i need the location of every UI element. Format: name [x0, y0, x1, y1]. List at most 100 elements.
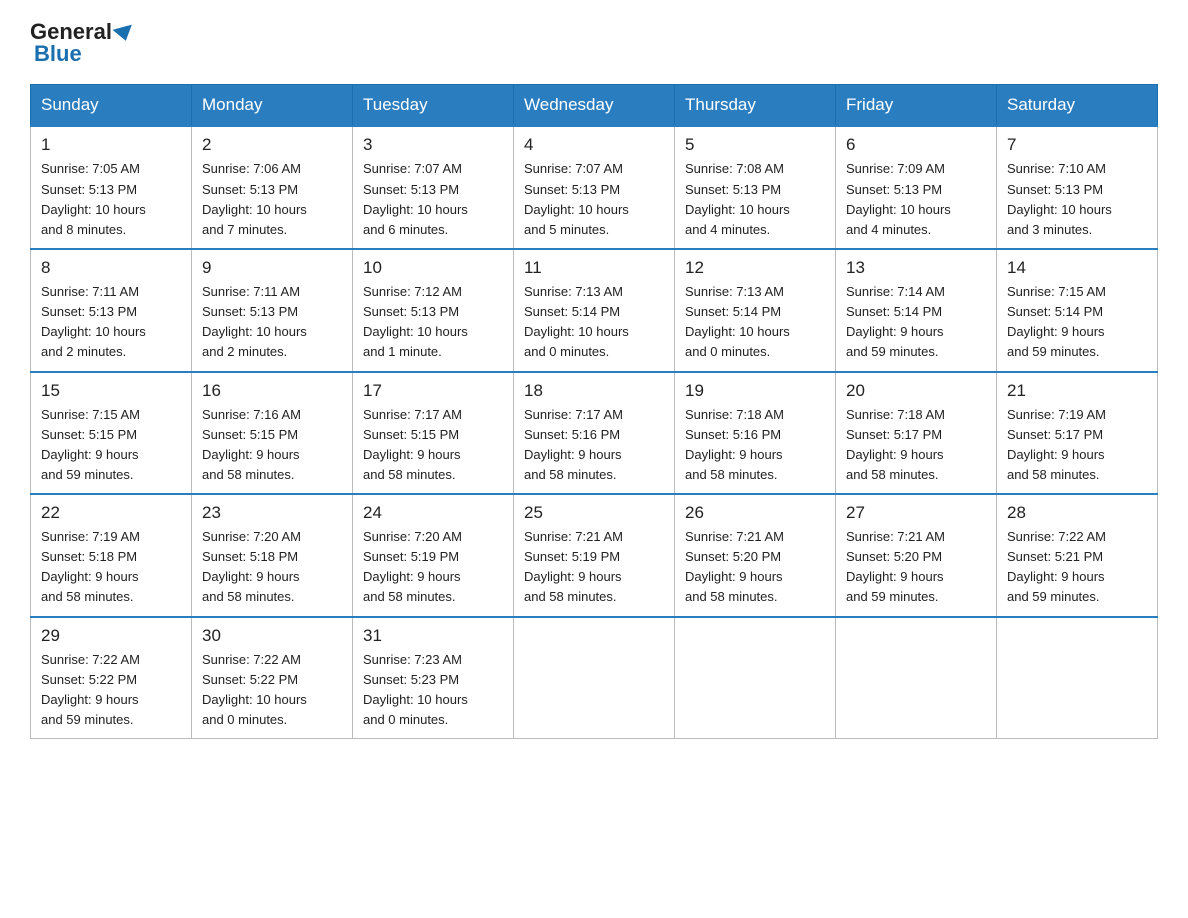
day-info: Sunrise: 7:20 AMSunset: 5:19 PMDaylight:… — [363, 527, 503, 608]
day-info: Sunrise: 7:19 AMSunset: 5:18 PMDaylight:… — [41, 527, 181, 608]
day-info: Sunrise: 7:08 AMSunset: 5:13 PMDaylight:… — [685, 159, 825, 240]
day-number: 5 — [685, 135, 825, 155]
calendar-day-cell: 25 Sunrise: 7:21 AMSunset: 5:19 PMDaylig… — [514, 494, 675, 617]
calendar-day-cell: 18 Sunrise: 7:17 AMSunset: 5:16 PMDaylig… — [514, 372, 675, 495]
day-number: 30 — [202, 626, 342, 646]
calendar-dow-saturday: Saturday — [997, 85, 1158, 127]
calendar-week-row: 22 Sunrise: 7:19 AMSunset: 5:18 PMDaylig… — [31, 494, 1158, 617]
calendar-day-cell: 26 Sunrise: 7:21 AMSunset: 5:20 PMDaylig… — [675, 494, 836, 617]
calendar-day-cell: 11 Sunrise: 7:13 AMSunset: 5:14 PMDaylig… — [514, 249, 675, 372]
calendar-table: SundayMondayTuesdayWednesdayThursdayFrid… — [30, 84, 1158, 739]
calendar-week-row: 15 Sunrise: 7:15 AMSunset: 5:15 PMDaylig… — [31, 372, 1158, 495]
day-number: 26 — [685, 503, 825, 523]
day-number: 16 — [202, 381, 342, 401]
calendar-day-cell: 4 Sunrise: 7:07 AMSunset: 5:13 PMDayligh… — [514, 126, 675, 249]
calendar-day-cell: 15 Sunrise: 7:15 AMSunset: 5:15 PMDaylig… — [31, 372, 192, 495]
day-number: 18 — [524, 381, 664, 401]
calendar-day-cell: 31 Sunrise: 7:23 AMSunset: 5:23 PMDaylig… — [353, 617, 514, 739]
calendar-day-cell: 21 Sunrise: 7:19 AMSunset: 5:17 PMDaylig… — [997, 372, 1158, 495]
day-info: Sunrise: 7:06 AMSunset: 5:13 PMDaylight:… — [202, 159, 342, 240]
day-number: 12 — [685, 258, 825, 278]
calendar-day-cell: 29 Sunrise: 7:22 AMSunset: 5:22 PMDaylig… — [31, 617, 192, 739]
day-number: 20 — [846, 381, 986, 401]
calendar-week-row: 29 Sunrise: 7:22 AMSunset: 5:22 PMDaylig… — [31, 617, 1158, 739]
calendar-day-cell: 20 Sunrise: 7:18 AMSunset: 5:17 PMDaylig… — [836, 372, 997, 495]
day-info: Sunrise: 7:12 AMSunset: 5:13 PMDaylight:… — [363, 282, 503, 363]
day-info: Sunrise: 7:11 AMSunset: 5:13 PMDaylight:… — [202, 282, 342, 363]
calendar-day-cell — [997, 617, 1158, 739]
day-info: Sunrise: 7:18 AMSunset: 5:16 PMDaylight:… — [685, 405, 825, 486]
calendar-day-cell — [675, 617, 836, 739]
day-info: Sunrise: 7:21 AMSunset: 5:19 PMDaylight:… — [524, 527, 664, 608]
calendar-dow-sunday: Sunday — [31, 85, 192, 127]
day-number: 4 — [524, 135, 664, 155]
calendar-day-cell: 19 Sunrise: 7:18 AMSunset: 5:16 PMDaylig… — [675, 372, 836, 495]
day-info: Sunrise: 7:22 AMSunset: 5:21 PMDaylight:… — [1007, 527, 1147, 608]
calendar-day-cell: 14 Sunrise: 7:15 AMSunset: 5:14 PMDaylig… — [997, 249, 1158, 372]
day-number: 28 — [1007, 503, 1147, 523]
day-info: Sunrise: 7:10 AMSunset: 5:13 PMDaylight:… — [1007, 159, 1147, 240]
calendar-day-cell: 12 Sunrise: 7:13 AMSunset: 5:14 PMDaylig… — [675, 249, 836, 372]
day-number: 24 — [363, 503, 503, 523]
calendar-dow-wednesday: Wednesday — [514, 85, 675, 127]
calendar-day-cell: 5 Sunrise: 7:08 AMSunset: 5:13 PMDayligh… — [675, 126, 836, 249]
day-info: Sunrise: 7:17 AMSunset: 5:16 PMDaylight:… — [524, 405, 664, 486]
calendar-day-cell: 30 Sunrise: 7:22 AMSunset: 5:22 PMDaylig… — [192, 617, 353, 739]
calendar-day-cell: 28 Sunrise: 7:22 AMSunset: 5:21 PMDaylig… — [997, 494, 1158, 617]
day-number: 29 — [41, 626, 181, 646]
day-info: Sunrise: 7:05 AMSunset: 5:13 PMDaylight:… — [41, 159, 181, 240]
calendar-header-row: SundayMondayTuesdayWednesdayThursdayFrid… — [31, 85, 1158, 127]
page-header: General Blue — [30, 20, 1158, 66]
calendar-day-cell: 16 Sunrise: 7:16 AMSunset: 5:15 PMDaylig… — [192, 372, 353, 495]
calendar-day-cell: 1 Sunrise: 7:05 AMSunset: 5:13 PMDayligh… — [31, 126, 192, 249]
calendar-day-cell: 6 Sunrise: 7:09 AMSunset: 5:13 PMDayligh… — [836, 126, 997, 249]
day-number: 31 — [363, 626, 503, 646]
day-info: Sunrise: 7:13 AMSunset: 5:14 PMDaylight:… — [524, 282, 664, 363]
day-info: Sunrise: 7:13 AMSunset: 5:14 PMDaylight:… — [685, 282, 825, 363]
day-number: 17 — [363, 381, 503, 401]
day-info: Sunrise: 7:18 AMSunset: 5:17 PMDaylight:… — [846, 405, 986, 486]
day-number: 22 — [41, 503, 181, 523]
calendar-day-cell: 24 Sunrise: 7:20 AMSunset: 5:19 PMDaylig… — [353, 494, 514, 617]
calendar-day-cell: 2 Sunrise: 7:06 AMSunset: 5:13 PMDayligh… — [192, 126, 353, 249]
day-info: Sunrise: 7:17 AMSunset: 5:15 PMDaylight:… — [363, 405, 503, 486]
calendar-day-cell: 17 Sunrise: 7:17 AMSunset: 5:15 PMDaylig… — [353, 372, 514, 495]
day-info: Sunrise: 7:22 AMSunset: 5:22 PMDaylight:… — [202, 650, 342, 731]
day-number: 27 — [846, 503, 986, 523]
day-number: 11 — [524, 258, 664, 278]
day-info: Sunrise: 7:23 AMSunset: 5:23 PMDaylight:… — [363, 650, 503, 731]
logo-blue-text: Blue — [34, 42, 82, 66]
day-number: 8 — [41, 258, 181, 278]
day-number: 9 — [202, 258, 342, 278]
day-info: Sunrise: 7:21 AMSunset: 5:20 PMDaylight:… — [685, 527, 825, 608]
calendar-day-cell: 9 Sunrise: 7:11 AMSunset: 5:13 PMDayligh… — [192, 249, 353, 372]
calendar-day-cell: 22 Sunrise: 7:19 AMSunset: 5:18 PMDaylig… — [31, 494, 192, 617]
calendar-week-row: 1 Sunrise: 7:05 AMSunset: 5:13 PMDayligh… — [31, 126, 1158, 249]
calendar-dow-tuesday: Tuesday — [353, 85, 514, 127]
day-number: 14 — [1007, 258, 1147, 278]
calendar-day-cell: 13 Sunrise: 7:14 AMSunset: 5:14 PMDaylig… — [836, 249, 997, 372]
calendar-day-cell: 8 Sunrise: 7:11 AMSunset: 5:13 PMDayligh… — [31, 249, 192, 372]
day-number: 25 — [524, 503, 664, 523]
day-info: Sunrise: 7:07 AMSunset: 5:13 PMDaylight:… — [524, 159, 664, 240]
day-number: 13 — [846, 258, 986, 278]
day-info: Sunrise: 7:15 AMSunset: 5:14 PMDaylight:… — [1007, 282, 1147, 363]
calendar-day-cell — [836, 617, 997, 739]
day-info: Sunrise: 7:19 AMSunset: 5:17 PMDaylight:… — [1007, 405, 1147, 486]
day-info: Sunrise: 7:15 AMSunset: 5:15 PMDaylight:… — [41, 405, 181, 486]
day-info: Sunrise: 7:11 AMSunset: 5:13 PMDaylight:… — [41, 282, 181, 363]
day-info: Sunrise: 7:07 AMSunset: 5:13 PMDaylight:… — [363, 159, 503, 240]
logo: General Blue — [30, 20, 134, 66]
calendar-day-cell: 7 Sunrise: 7:10 AMSunset: 5:13 PMDayligh… — [997, 126, 1158, 249]
calendar-week-row: 8 Sunrise: 7:11 AMSunset: 5:13 PMDayligh… — [31, 249, 1158, 372]
day-info: Sunrise: 7:14 AMSunset: 5:14 PMDaylight:… — [846, 282, 986, 363]
day-info: Sunrise: 7:09 AMSunset: 5:13 PMDaylight:… — [846, 159, 986, 240]
day-number: 21 — [1007, 381, 1147, 401]
logo-arrow-icon — [112, 25, 135, 44]
day-number: 10 — [363, 258, 503, 278]
day-number: 23 — [202, 503, 342, 523]
calendar-day-cell: 23 Sunrise: 7:20 AMSunset: 5:18 PMDaylig… — [192, 494, 353, 617]
calendar-dow-thursday: Thursday — [675, 85, 836, 127]
day-info: Sunrise: 7:22 AMSunset: 5:22 PMDaylight:… — [41, 650, 181, 731]
calendar-day-cell — [514, 617, 675, 739]
